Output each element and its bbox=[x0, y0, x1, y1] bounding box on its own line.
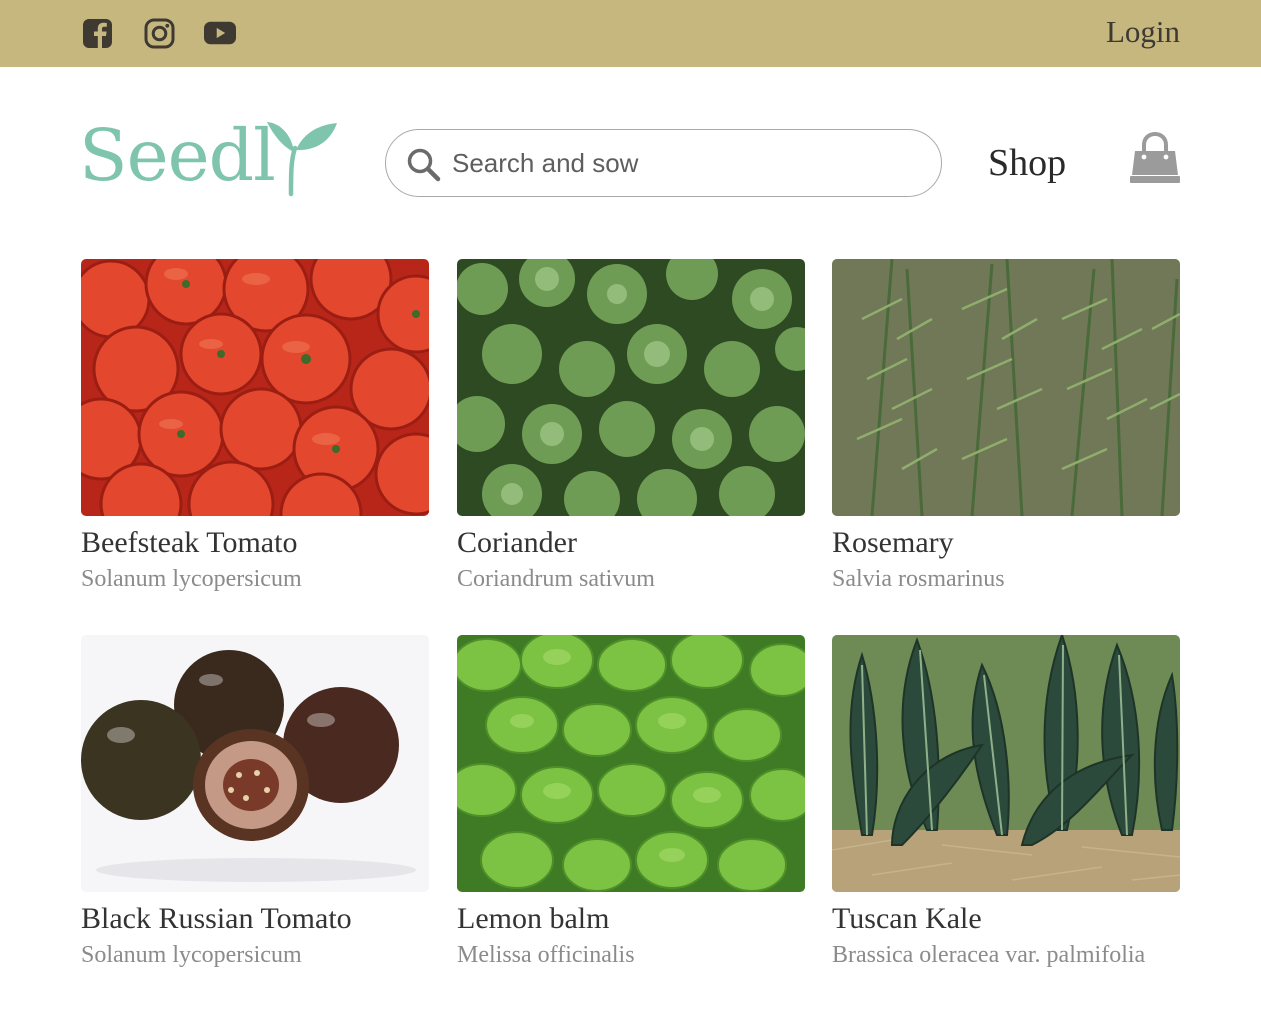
search-icon bbox=[407, 148, 441, 182]
product-name[interactable]: Coriander bbox=[457, 526, 805, 559]
product-image[interactable] bbox=[81, 259, 429, 516]
product-card-coriander[interactable]: Coriander Coriandrum sativum bbox=[457, 259, 805, 592]
product-latin-name: Brassica oleracea var. palmifolia bbox=[832, 942, 1146, 968]
sprout-icon bbox=[267, 122, 337, 197]
product-latin-name: Melissa officinalis bbox=[457, 942, 635, 968]
product-latin-name: Solanum lycopersicum bbox=[81, 566, 302, 592]
product-name[interactable]: Lemon balm bbox=[457, 902, 805, 935]
facebook-icon[interactable] bbox=[81, 17, 113, 49]
product-image[interactable] bbox=[832, 635, 1180, 892]
product-image[interactable] bbox=[81, 635, 429, 892]
top-bar: Login bbox=[0, 0, 1261, 67]
product-name[interactable]: Tuscan Kale bbox=[832, 902, 1180, 935]
product-image[interactable] bbox=[832, 259, 1180, 516]
product-card-beefsteak-tomato[interactable]: Beefsteak Tomato Solanum lycopersicum bbox=[81, 259, 429, 592]
product-name[interactable]: Rosemary bbox=[832, 526, 1180, 559]
search-bar[interactable] bbox=[385, 129, 942, 197]
product-name[interactable]: Black Russian Tomato bbox=[81, 902, 429, 935]
product-latin-name: Coriandrum sativum bbox=[457, 566, 655, 592]
product-card-black-russian-tomato[interactable]: Black Russian Tomato Solanum lycopersicu… bbox=[81, 635, 429, 968]
login-link[interactable]: Login bbox=[1106, 14, 1180, 50]
product-name[interactable]: Beefsteak Tomato bbox=[81, 526, 429, 559]
shopping-bag-icon[interactable] bbox=[1128, 131, 1182, 190]
shop-link[interactable]: Shop bbox=[988, 141, 1066, 185]
product-latin-name: Salvia rosmarinus bbox=[832, 566, 1005, 592]
search-input[interactable] bbox=[452, 144, 922, 182]
product-card-tuscan-kale[interactable]: Tuscan Kale Brassica oleracea var. palmi… bbox=[832, 635, 1180, 968]
logo-wordmark: Seedl bbox=[79, 114, 276, 197]
product-card-lemon-balm[interactable]: Lemon balm Melissa officinalis bbox=[457, 635, 805, 968]
youtube-icon[interactable] bbox=[204, 17, 236, 49]
product-image[interactable] bbox=[457, 635, 805, 892]
product-card-rosemary[interactable]: Rosemary Salvia rosmarinus bbox=[832, 259, 1180, 592]
product-latin-name: Solanum lycopersicum bbox=[81, 942, 302, 968]
product-image[interactable] bbox=[457, 259, 805, 516]
site-logo[interactable]: Seedl bbox=[79, 118, 341, 198]
instagram-icon[interactable] bbox=[143, 17, 175, 49]
